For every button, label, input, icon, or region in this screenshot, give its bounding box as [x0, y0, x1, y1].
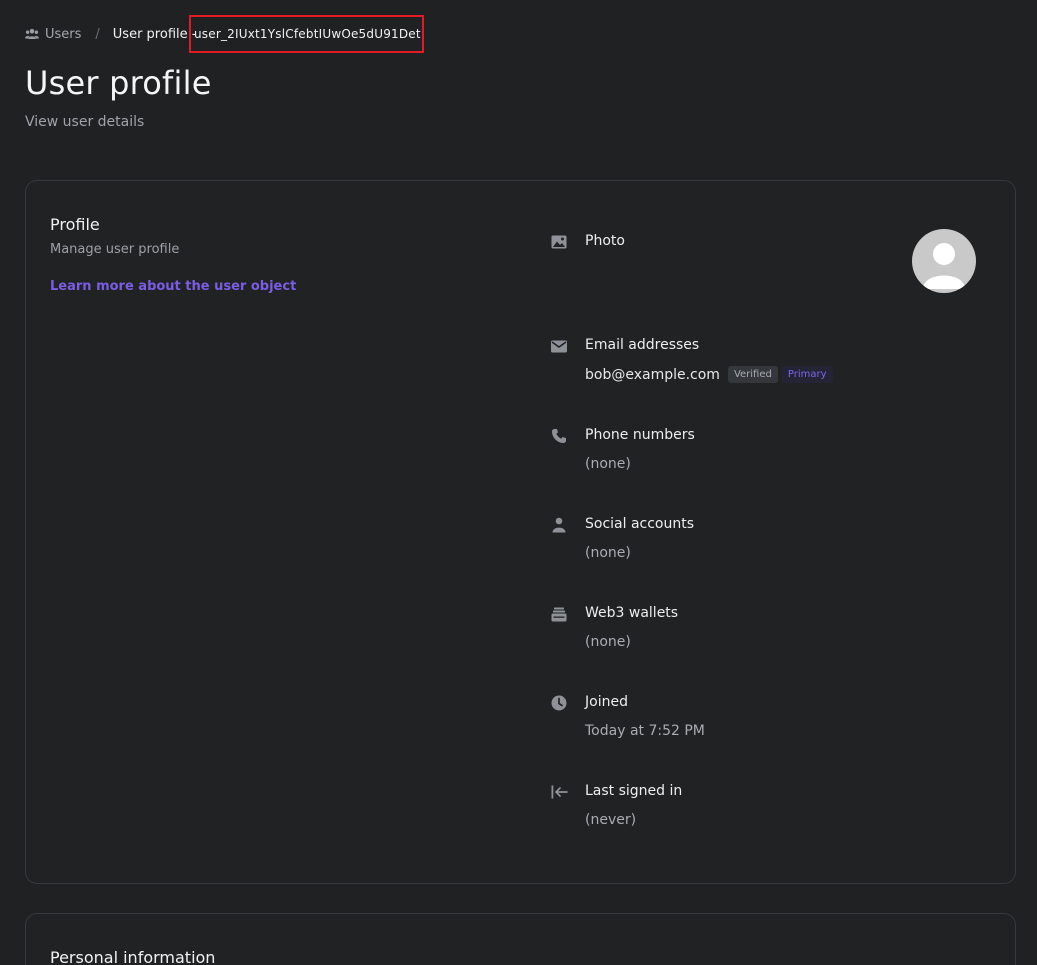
- breadcrumb: Users / User profile - user_2IUxt1YslCfe…: [25, 15, 424, 53]
- email-label: Email addresses: [585, 337, 700, 353]
- personal-information-card: Personal information: [25, 913, 1016, 965]
- person-icon: [550, 516, 568, 534]
- web3-label: Web3 wallets: [585, 605, 679, 621]
- last-signed-in-value: (never): [585, 812, 637, 828]
- learn-more-link[interactable]: Learn more about the user object: [50, 279, 296, 294]
- image-icon: [550, 233, 568, 251]
- verified-badge: Verified: [727, 366, 778, 383]
- phone-icon: [550, 427, 568, 445]
- personal-information-title: Personal information: [50, 948, 216, 965]
- profile-card-title: Profile: [50, 215, 100, 234]
- sign-in-icon: [550, 783, 568, 801]
- joined-value: Today at 7:52 PM: [585, 723, 705, 739]
- social-label: Social accounts: [585, 516, 695, 532]
- mail-icon: [550, 337, 568, 355]
- phone-value: (none): [585, 456, 631, 472]
- last-signed-in-label: Last signed in: [585, 783, 683, 799]
- email-address: bob@example.com: [585, 366, 720, 383]
- wallet-icon: [550, 605, 568, 623]
- breadcrumb-users-label: Users: [45, 26, 82, 42]
- default-user-icon: [923, 243, 965, 289]
- profile-card: Profile Manage user profile Learn more a…: [25, 180, 1016, 884]
- primary-badge: Primary: [781, 366, 833, 383]
- joined-label: Joined: [585, 694, 628, 710]
- users-icon: [25, 28, 39, 39]
- page-subtitle: View user details: [25, 114, 145, 130]
- avatar: [912, 229, 976, 293]
- user-profile-page: Users / User profile - user_2IUxt1YslCfe…: [0, 0, 1037, 965]
- web3-value: (none): [585, 634, 631, 650]
- page-title: User profile: [25, 64, 212, 102]
- email-value-row: bob@example.com Verified Primary: [585, 366, 833, 383]
- breadcrumb-current: User profile -: [112, 26, 197, 42]
- breadcrumb-user-id: user_2IUxt1YslCfebtIUwOe5dU91Det: [189, 15, 424, 53]
- phone-label: Phone numbers: [585, 427, 695, 443]
- profile-card-description: Manage user profile: [50, 242, 180, 257]
- social-value: (none): [585, 545, 631, 561]
- photo-label: Photo: [585, 233, 625, 249]
- breadcrumb-separator: /: [95, 26, 100, 42]
- clock-icon: [550, 694, 568, 712]
- breadcrumb-users-link[interactable]: Users: [25, 27, 81, 42]
